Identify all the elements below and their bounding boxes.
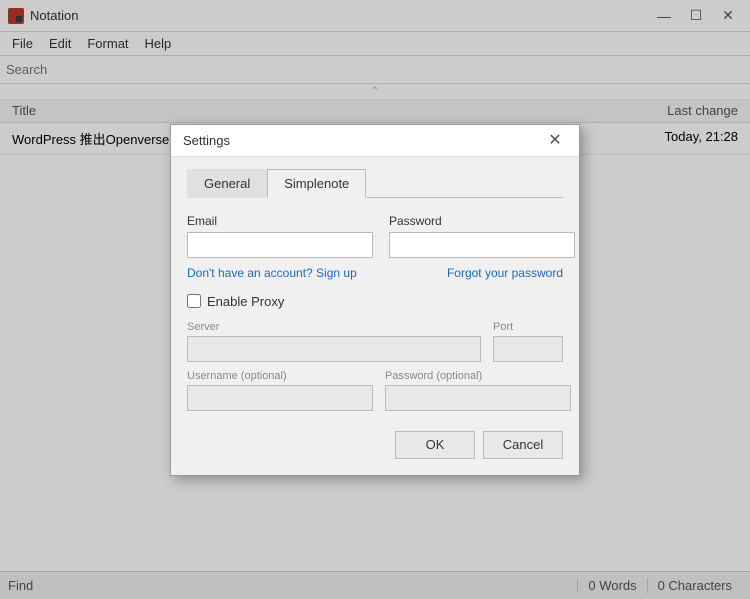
dialog-buttons: OK Cancel (187, 427, 563, 459)
server-port-row: Server Port (187, 321, 563, 362)
password-opt-group: Password (optional) (385, 370, 571, 411)
port-label: Port (493, 321, 563, 333)
forgot-link[interactable]: Forgot your password (447, 266, 563, 280)
cancel-button[interactable]: Cancel (483, 431, 563, 459)
dialog-title-bar: Settings ✕ (171, 125, 579, 157)
server-input[interactable] (187, 336, 481, 362)
email-label: Email (187, 214, 373, 228)
tab-general[interactable]: General (187, 169, 267, 198)
dialog-content: General Simplenote Email Password Don't … (171, 157, 579, 475)
port-input[interactable] (493, 336, 563, 362)
tab-simplenote[interactable]: Simplenote (267, 169, 366, 198)
settings-dialog: Settings ✕ General Simplenote Email Pass… (170, 124, 580, 476)
signup-link[interactable]: Don't have an account? Sign up (187, 266, 357, 280)
password-label: Password (389, 214, 575, 228)
port-group: Port (493, 321, 563, 362)
server-group: Server (187, 321, 481, 362)
username-password-opt-row: Username (optional) Password (optional) (187, 370, 563, 411)
dialog-title-text: Settings (183, 133, 543, 148)
username-label: Username (optional) (187, 370, 373, 382)
dialog-tabs: General Simplenote (187, 169, 563, 198)
ok-button[interactable]: OK (395, 431, 475, 459)
dialog-close-button[interactable]: ✕ (543, 130, 567, 150)
username-group: Username (optional) (187, 370, 373, 411)
email-group: Email (187, 214, 373, 258)
email-password-row: Email Password (187, 214, 563, 258)
password-group: Password (389, 214, 575, 258)
username-input[interactable] (187, 385, 373, 411)
server-label: Server (187, 321, 481, 333)
enable-proxy-label: Enable Proxy (207, 294, 284, 309)
password-opt-input[interactable] (385, 385, 571, 411)
email-input[interactable] (187, 232, 373, 258)
password-opt-label: Password (optional) (385, 370, 571, 382)
enable-proxy-checkbox[interactable] (187, 294, 201, 308)
password-input[interactable] (389, 232, 575, 258)
form-links: Don't have an account? Sign up Forgot yo… (187, 266, 563, 280)
proxy-fields: Server Port Username (optional) Password (187, 321, 563, 411)
dialog-overlay: Settings ✕ General Simplenote Email Pass… (0, 0, 750, 599)
enable-proxy-row: Enable Proxy (187, 294, 563, 309)
